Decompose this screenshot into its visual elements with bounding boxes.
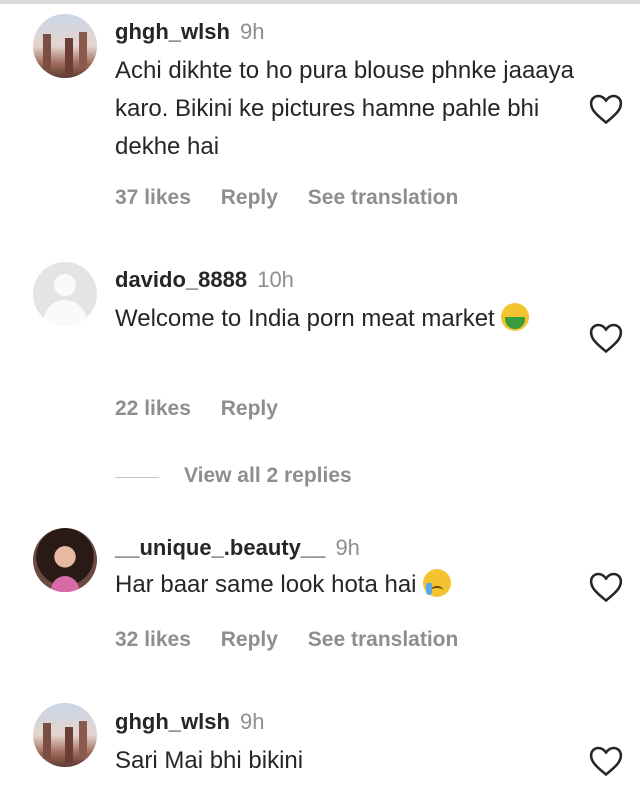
comment-text: Achi dikhte to ho pura blouse phnke jaaa… [115,57,574,160]
reply-button[interactable]: Reply [221,628,278,651]
comment-header: ghgh_wlsh 9h [115,18,265,46]
avatar[interactable] [33,262,97,326]
comment-header: ghgh_wlsh 9h [115,708,265,736]
timestamp[interactable]: 9h [335,535,359,560]
comment-actions: 32 likes Reply See translation [115,628,482,652]
comment-text: Sari Mai bhi bikini [115,747,304,774]
comment-text-content: Har baar same look hota hai [115,571,417,598]
username[interactable]: ghgh_wlsh [115,19,230,44]
heart-outline-icon[interactable] [589,745,623,777]
avatar[interactable] [33,703,97,767]
comment-header: __unique_.beauty__ 9h [115,534,360,562]
reply-thread-line [115,477,159,478]
reply-button[interactable]: Reply [221,186,278,209]
avatar[interactable] [33,528,97,592]
comment-text-content: Welcome to India porn meat market [115,305,495,332]
comment-text: Har baar same look hota hai [115,566,585,604]
heart-outline-icon[interactable] [589,93,623,125]
timestamp[interactable]: 10h [257,267,294,292]
timestamp[interactable]: 9h [240,19,264,44]
likes-count[interactable]: 22 likes [115,397,191,420]
comment-header: davido_8888 10h [115,266,294,294]
username[interactable]: ghgh_wlsh [115,709,230,734]
top-divider [0,0,640,4]
crying-face-icon [423,569,452,597]
reply-button[interactable]: Reply [221,397,278,420]
avatar[interactable] [33,14,97,78]
username[interactable]: davido_8888 [115,267,247,292]
avatar-head [54,274,76,296]
timestamp[interactable]: 9h [240,709,264,734]
comment-text: Welcome to India porn meat market [115,300,585,338]
heart-outline-icon[interactable] [589,322,623,354]
view-replies-label[interactable]: View all 2 replies [184,464,352,488]
avatar-body [43,300,87,326]
comment-actions: 37 likes Reply See translation [115,186,482,210]
heart-outline-icon[interactable] [589,571,623,603]
username[interactable]: __unique_.beauty__ [115,535,325,560]
see-translation-button[interactable]: See translation [308,186,459,209]
see-translation-button[interactable]: See translation [308,628,459,651]
likes-count[interactable]: 37 likes [115,186,191,209]
likes-count[interactable]: 32 likes [115,628,191,651]
nauseated-face-icon [501,303,530,331]
comment-actions: 22 likes Reply [115,397,302,421]
